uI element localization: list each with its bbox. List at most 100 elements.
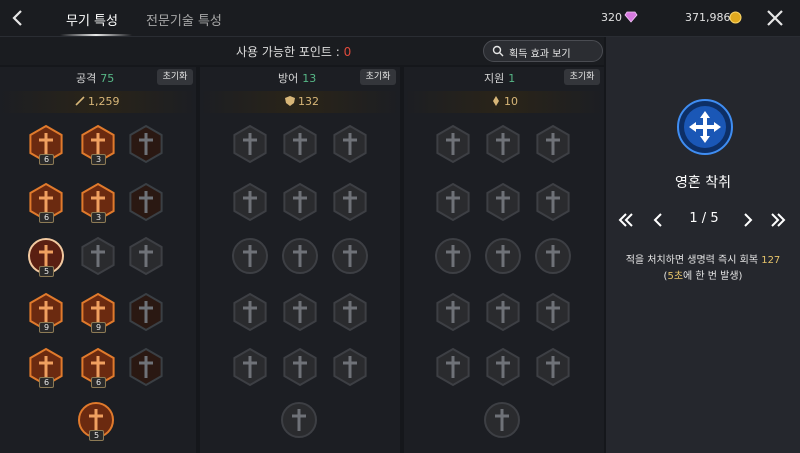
attack-node[interactable]: 9 bbox=[78, 292, 118, 333]
defense-node-icon bbox=[283, 292, 317, 332]
attack-name: 공격 bbox=[76, 72, 97, 85]
defense-node[interactable] bbox=[230, 347, 270, 387]
skill-description: 적을 처치하면 생명력 즉시 회복 127 (5초에 한 번 발생) bbox=[612, 253, 794, 285]
defense-node[interactable] bbox=[330, 347, 370, 387]
defense-node[interactable] bbox=[330, 182, 370, 222]
support-reset-button[interactable]: 초기화 bbox=[564, 69, 600, 85]
view-effects-label: 획득 효과 보기 bbox=[509, 49, 571, 60]
support-icon bbox=[493, 96, 499, 106]
support-node[interactable] bbox=[533, 182, 573, 222]
attack-node[interactable] bbox=[126, 347, 166, 387]
support-header: 지원 1 초기화 bbox=[404, 67, 604, 89]
attack-stat: 1,259 bbox=[0, 91, 196, 113]
view-effects-button[interactable]: 획득 효과 보기 bbox=[483, 40, 603, 62]
defense-node[interactable] bbox=[280, 347, 320, 387]
defense-stat-value: 132 bbox=[298, 95, 319, 108]
shield-icon bbox=[285, 96, 295, 106]
support-node-icon bbox=[536, 124, 570, 164]
support-node[interactable] bbox=[533, 292, 573, 332]
diamond-icon bbox=[624, 11, 638, 23]
level-badge: 9 bbox=[91, 322, 106, 333]
support-node[interactable] bbox=[433, 347, 473, 387]
defense-node[interactable] bbox=[330, 292, 370, 332]
attack-reset-button[interactable]: 초기화 bbox=[157, 69, 193, 85]
defense-node-icon bbox=[333, 124, 367, 164]
attack-node[interactable]: 3 bbox=[78, 182, 118, 223]
attack-node[interactable]: 5 bbox=[26, 236, 66, 277]
support-node[interactable] bbox=[433, 124, 473, 164]
support-node-icon bbox=[536, 347, 570, 387]
support-title: 지원 1 bbox=[484, 70, 515, 86]
defense-node-icon bbox=[283, 182, 317, 222]
defense-node[interactable] bbox=[230, 124, 270, 164]
attack-node[interactable] bbox=[78, 236, 118, 276]
attack-ultimate-node[interactable]: 5 bbox=[76, 400, 116, 441]
search-icon bbox=[492, 45, 504, 57]
attack-node[interactable]: 6 bbox=[26, 347, 66, 388]
support-node[interactable] bbox=[483, 236, 523, 276]
defense-node-icon bbox=[333, 347, 367, 387]
defense-node[interactable] bbox=[280, 182, 320, 222]
support-node[interactable] bbox=[533, 236, 573, 276]
attack-node-icon bbox=[129, 236, 163, 276]
level-badge: 5 bbox=[89, 430, 104, 441]
skill-title: 영혼 착취 bbox=[675, 175, 731, 191]
defense-node[interactable] bbox=[230, 292, 270, 332]
defense-ultimate-node[interactable] bbox=[279, 400, 319, 440]
defense-node-icon bbox=[233, 347, 267, 387]
attack-points: 75 bbox=[100, 72, 115, 85]
support-node[interactable] bbox=[483, 347, 523, 387]
last-page-icon[interactable] bbox=[768, 210, 788, 230]
attack-node[interactable] bbox=[126, 124, 166, 164]
defense-node[interactable] bbox=[230, 236, 270, 276]
defense-node[interactable] bbox=[230, 182, 270, 222]
support-node[interactable] bbox=[483, 292, 523, 332]
support-points: 1 bbox=[508, 72, 516, 85]
defense-node[interactable] bbox=[280, 236, 320, 276]
support-name: 지원 bbox=[484, 72, 505, 85]
defense-node-icon bbox=[233, 292, 267, 332]
defense-node[interactable] bbox=[330, 124, 370, 164]
defense-name: 방어 bbox=[278, 72, 299, 85]
level-badge: 6 bbox=[39, 154, 54, 165]
support-ultimate-node[interactable] bbox=[482, 400, 522, 440]
support-node[interactable] bbox=[483, 124, 523, 164]
defense-node-icon bbox=[333, 182, 367, 222]
support-node[interactable] bbox=[533, 347, 573, 387]
support-node-icon bbox=[535, 238, 571, 274]
attack-node[interactable]: 9 bbox=[26, 292, 66, 333]
desc-text: 적을 처치하면 생명력 즉시 회복 bbox=[625, 255, 762, 266]
support-node[interactable] bbox=[433, 182, 473, 222]
tab-expertise-traits[interactable]: 전문기술 특성 bbox=[146, 10, 222, 29]
first-page-icon[interactable] bbox=[616, 210, 636, 230]
defense-node-icon bbox=[333, 292, 367, 332]
attack-title: 공격 75 bbox=[76, 70, 114, 86]
attack-node[interactable] bbox=[126, 182, 166, 222]
defense-node[interactable] bbox=[280, 292, 320, 332]
defense-node[interactable] bbox=[330, 236, 370, 276]
defense-reset-button[interactable]: 초기화 bbox=[360, 69, 396, 85]
attack-node[interactable]: 6 bbox=[78, 347, 118, 388]
support-node[interactable] bbox=[483, 182, 523, 222]
attack-node-icon bbox=[129, 347, 163, 387]
attack-node[interactable]: 3 bbox=[78, 124, 118, 165]
next-page-icon[interactable] bbox=[738, 210, 758, 230]
prev-page-icon[interactable] bbox=[648, 210, 668, 230]
support-node[interactable] bbox=[433, 236, 473, 276]
support-node[interactable] bbox=[533, 124, 573, 164]
attack-node[interactable] bbox=[126, 292, 166, 332]
defense-node[interactable] bbox=[280, 124, 320, 164]
attack-node[interactable] bbox=[126, 236, 166, 276]
support-node-icon bbox=[436, 182, 470, 222]
tab-weapon-traits[interactable]: 무기 특성 bbox=[66, 10, 118, 29]
attack-node[interactable]: 6 bbox=[26, 124, 66, 165]
attack-node-icon bbox=[129, 182, 163, 222]
defense-header: 방어 13 초기화 bbox=[200, 67, 400, 89]
attack-node-icon bbox=[129, 292, 163, 332]
close-icon[interactable] bbox=[764, 7, 786, 29]
level-badge: 6 bbox=[91, 377, 106, 388]
support-node[interactable] bbox=[433, 292, 473, 332]
attack-node-icon bbox=[129, 124, 163, 164]
back-arrow-icon[interactable] bbox=[6, 6, 30, 30]
attack-node[interactable]: 6 bbox=[26, 182, 66, 223]
